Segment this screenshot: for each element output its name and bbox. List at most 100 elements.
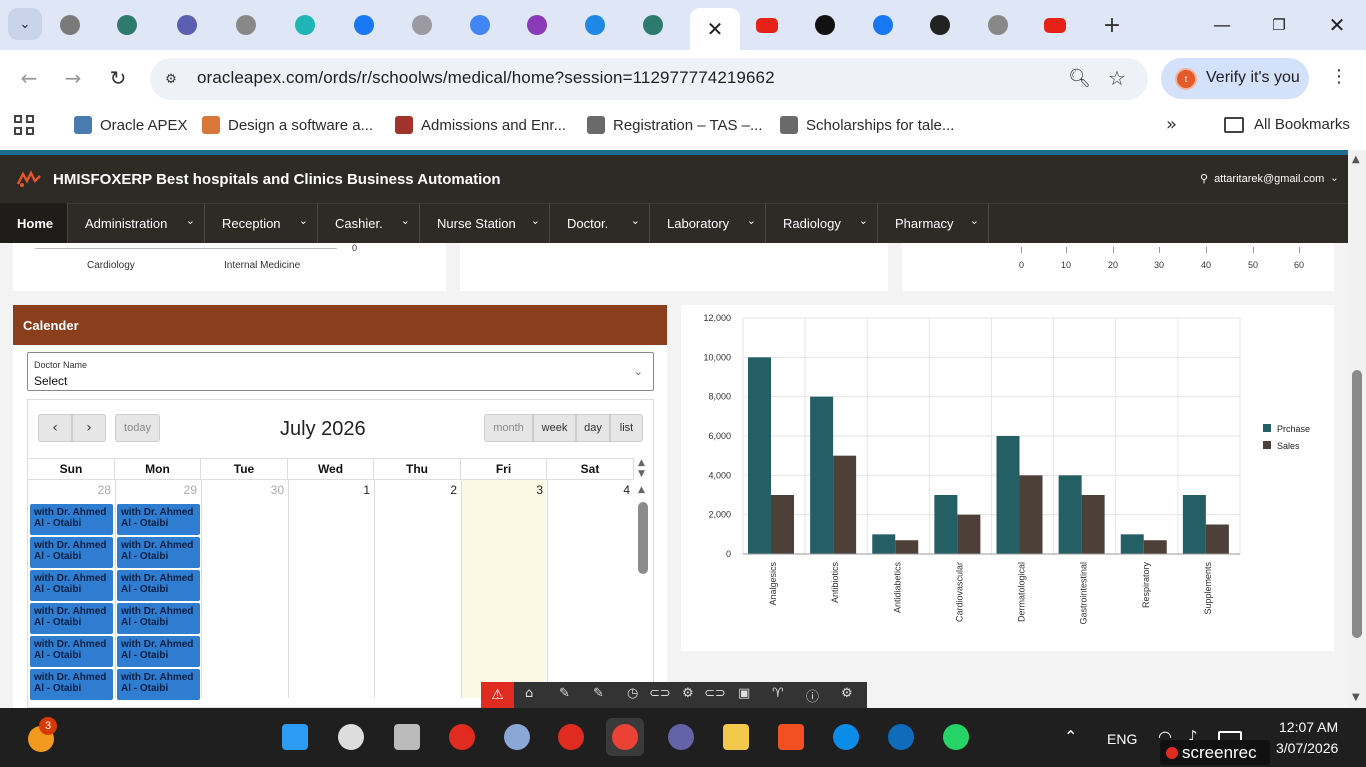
browser-tab[interactable] xyxy=(520,10,554,40)
scroll-up-icon[interactable]: ▲ xyxy=(638,485,645,495)
calendar-event[interactable]: with Dr. Ahmed Al - Otaibi xyxy=(117,669,200,700)
bookmark-item[interactable]: Design a software a... xyxy=(202,116,373,134)
browser-tab[interactable] xyxy=(229,10,263,40)
minimize-button[interactable]: — xyxy=(1202,10,1242,40)
task-view-icon[interactable] xyxy=(388,718,426,756)
file-explorer-icon[interactable] xyxy=(717,718,755,756)
edit-icon[interactable]: ✎ xyxy=(559,686,570,701)
clock-date[interactable]: 3/07/2026 xyxy=(1276,740,1338,756)
scroll-up-icon[interactable]: ▲ xyxy=(638,458,645,468)
today-button[interactable]: today xyxy=(115,414,160,442)
reload-button[interactable]: ↻ xyxy=(103,63,133,93)
browser-tab[interactable] xyxy=(170,10,204,40)
date-number[interactable]: 1 xyxy=(340,483,370,497)
today-cell[interactable] xyxy=(461,480,546,698)
nav-home[interactable]: Home xyxy=(0,203,68,243)
browser-tab[interactable] xyxy=(981,10,1015,40)
verify-identity-button[interactable]: t Verify it's you xyxy=(1161,58,1309,99)
date-number[interactable]: 30 xyxy=(254,483,284,497)
user-menu[interactable]: ⚲ attaritarek@gmail.com ⌄ xyxy=(1200,172,1339,185)
nav-cashier[interactable]: Cashier. ⌄ xyxy=(318,203,420,243)
scroll-up-icon[interactable]: ▲ xyxy=(1352,154,1360,165)
zoom-icon[interactable]: 🔍︎ xyxy=(1068,68,1091,89)
scroll-down-icon[interactable]: ▼ xyxy=(1352,692,1360,703)
browser-tab[interactable] xyxy=(288,10,322,40)
browser-tab[interactable] xyxy=(463,10,497,40)
database-icon[interactable] xyxy=(498,718,536,756)
debug-icon[interactable]: ⚙ xyxy=(682,686,694,701)
history-icon[interactable]: ◷ xyxy=(627,686,638,701)
browser-tab[interactable] xyxy=(636,10,670,40)
browser-tab[interactable] xyxy=(110,10,144,40)
apps-grid-icon[interactable] xyxy=(14,115,34,135)
teams-icon[interactable] xyxy=(662,718,700,756)
site-info-icon[interactable]: ⚙ xyxy=(160,68,182,90)
bookmark-item[interactable]: Scholarships for tale... xyxy=(780,116,954,134)
browser-tab[interactable] xyxy=(808,10,842,40)
prev-month-button[interactable]: ‹ xyxy=(38,414,72,442)
scroll-thumb[interactable] xyxy=(1352,370,1362,638)
close-window-button[interactable]: ✕ xyxy=(1317,10,1357,40)
nav-pharmacy[interactable]: Pharmacy ⌄ xyxy=(878,203,989,243)
home-icon[interactable]: ⌂ xyxy=(525,686,533,701)
whatsapp-icon[interactable] xyxy=(937,718,975,756)
calendar-event[interactable]: with Dr. Ahmed Al - Otaibi xyxy=(30,504,113,535)
browser-tab[interactable] xyxy=(1038,10,1072,40)
close-tab-icon[interactable]: ✕ xyxy=(707,17,724,41)
edge-icon[interactable] xyxy=(827,718,865,756)
bookmark-item[interactable]: Admissions and Enr... xyxy=(395,116,566,134)
calendar-event[interactable]: with Dr. Ahmed Al - Otaibi xyxy=(117,537,200,568)
link-icon[interactable]: ⊂⊃ xyxy=(704,686,726,701)
record-icon[interactable] xyxy=(552,718,590,756)
browser-tab[interactable] xyxy=(405,10,439,40)
calendar-event[interactable]: with Dr. Ahmed Al - Otaibi xyxy=(30,570,113,601)
tab-search-button[interactable]: ⌄ xyxy=(8,8,42,40)
all-bookmarks[interactable]: All Bookmarks xyxy=(1224,116,1350,133)
warning-button[interactable]: ⚠ xyxy=(481,682,514,708)
settings-icon[interactable]: ⚙ xyxy=(841,686,853,701)
restore-button[interactable]: ❐ xyxy=(1259,10,1299,40)
calendar-event[interactable]: with Dr. Ahmed Al - Otaibi xyxy=(30,537,113,568)
date-number[interactable]: 3 xyxy=(513,483,543,497)
calendar-event[interactable]: with Dr. Ahmed Al - Otaibi xyxy=(117,603,200,634)
link-icon[interactable]: ⊂⊃ xyxy=(649,686,671,701)
search-icon[interactable] xyxy=(332,718,370,756)
date-number[interactable]: 29 xyxy=(167,483,197,497)
nav-administration[interactable]: Administration ⌄ xyxy=(68,203,205,243)
date-number[interactable]: 2 xyxy=(427,483,457,497)
date-number[interactable]: 4 xyxy=(600,483,630,497)
browser-tab[interactable] xyxy=(347,10,381,40)
store-icon[interactable] xyxy=(772,718,810,756)
new-tab-button[interactable]: + xyxy=(1098,10,1126,40)
bookmark-item[interactable]: Oracle APEX xyxy=(74,116,188,134)
forward-button[interactable]: → xyxy=(58,63,88,93)
nav-doctor[interactable]: Doctor. ⌄ xyxy=(550,203,650,243)
view-day-button[interactable]: day xyxy=(576,414,610,442)
nav-radiology[interactable]: Radiology ⌄ xyxy=(766,203,878,243)
nav-nurse-station[interactable]: Nurse Station ⌄ xyxy=(420,203,550,243)
browser-tab[interactable] xyxy=(923,10,957,40)
calendar-event[interactable]: with Dr. Ahmed Al - Otaibi xyxy=(30,669,113,700)
calendar-event[interactable]: with Dr. Ahmed Al - Otaibi xyxy=(117,636,200,667)
scroll-down-icon[interactable]: ▼ xyxy=(638,469,645,479)
calendar-event[interactable]: with Dr. Ahmed Al - Otaibi xyxy=(30,636,113,667)
browser-tab[interactable] xyxy=(750,10,784,40)
next-month-button[interactable]: › xyxy=(72,414,106,442)
date-number[interactable]: 28 xyxy=(81,483,111,497)
paint-icon[interactable]: ♈ xyxy=(772,686,784,701)
scroll-thumb[interactable] xyxy=(638,502,648,574)
app-icon[interactable] xyxy=(443,718,481,756)
outlook-icon[interactable] xyxy=(882,718,920,756)
calendar-event[interactable]: with Dr. Ahmed Al - Otaibi xyxy=(117,570,200,601)
app-title[interactable]: HMISFOXERP Best hospitals and Clinics Bu… xyxy=(53,171,501,188)
start-icon[interactable] xyxy=(276,718,314,756)
chrome-icon[interactable] xyxy=(606,718,644,756)
inspect-icon[interactable]: ▣ xyxy=(738,686,750,701)
info-icon[interactable]: ⓘ xyxy=(806,686,819,705)
bookmarks-overflow-icon[interactable]: » xyxy=(1166,114,1177,135)
calendar-event[interactable]: with Dr. Ahmed Al - Otaibi xyxy=(117,504,200,535)
browser-menu-icon[interactable]: ⋮ xyxy=(1330,66,1348,87)
page-scrollbar[interactable]: ▲ ▼ xyxy=(1348,150,1366,708)
language-indicator[interactable]: ENG xyxy=(1107,731,1137,747)
calendar-scrollbar[interactable]: ▲ ▼ ▲ xyxy=(636,458,650,698)
